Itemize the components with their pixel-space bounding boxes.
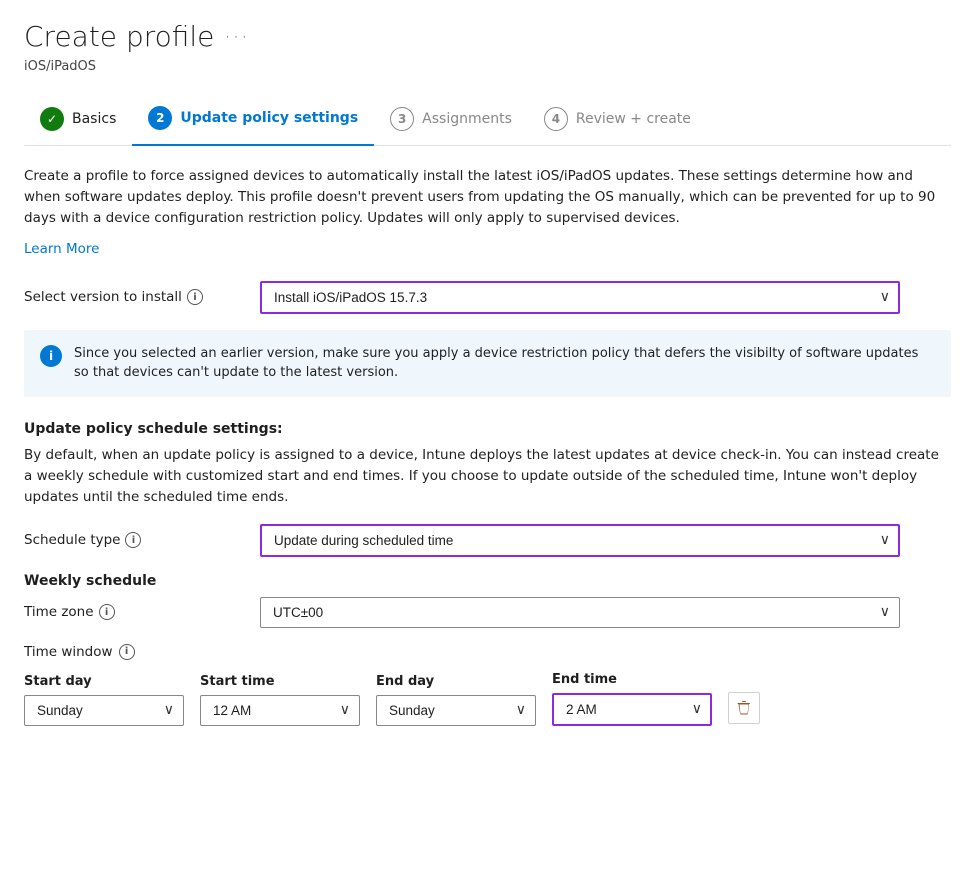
delete-icon bbox=[736, 700, 752, 716]
version-label: Select version to install i bbox=[24, 289, 244, 305]
schedule-type-select[interactable]: Update during scheduled time Update at n… bbox=[260, 524, 900, 557]
step-review-create[interactable]: 4 Review + create bbox=[528, 95, 707, 145]
step-assignments-circle: 3 bbox=[390, 107, 414, 131]
step-update-policy[interactable]: 2 Update policy settings bbox=[132, 94, 374, 146]
start-time-header: Start time bbox=[200, 674, 360, 689]
step-update-policy-circle: 2 bbox=[148, 106, 172, 130]
page-title: Create profile ··· bbox=[24, 20, 249, 53]
end-day-col: End day SundayMondayTuesday WednesdayThu… bbox=[376, 674, 536, 726]
weekly-schedule-label: Weekly schedule bbox=[24, 573, 951, 589]
start-time-select-wrapper: 12 AM1 AM2 AM3 AM 4 AM5 AM6 AM7 AM 8 AM9… bbox=[200, 695, 360, 726]
start-day-header: Start day bbox=[24, 674, 184, 689]
schedule-section-desc: By default, when an update policy is ass… bbox=[24, 445, 951, 508]
start-time-select[interactable]: 12 AM1 AM2 AM3 AM 4 AM5 AM6 AM7 AM 8 AM9… bbox=[200, 695, 360, 726]
time-grid: Start day SundayMondayTuesday WednesdayT… bbox=[24, 672, 951, 726]
start-time-col: Start time 12 AM1 AM2 AM3 AM 4 AM5 AM6 A… bbox=[200, 674, 360, 726]
delete-row-button[interactable] bbox=[728, 692, 760, 724]
end-time-select[interactable]: 12 AM1 AM2 AM 3 AM4 AM5 AM 6 AM7 AM8 AM bbox=[552, 693, 712, 726]
step-review-create-circle: 4 bbox=[544, 107, 568, 131]
more-options-icon[interactable]: ··· bbox=[224, 25, 249, 49]
step-assignments-label: Assignments bbox=[422, 111, 512, 127]
step-update-policy-label: Update policy settings bbox=[180, 110, 358, 126]
timezone-label: Time zone i bbox=[24, 604, 244, 620]
timezone-info-icon[interactable]: i bbox=[99, 604, 115, 620]
start-day-select[interactable]: SundayMondayTuesday WednesdayThursdayFri… bbox=[24, 695, 184, 726]
info-banner: i Since you selected an earlier version,… bbox=[24, 330, 951, 397]
step-review-create-label: Review + create bbox=[576, 111, 691, 127]
end-day-select[interactable]: SundayMondayTuesday WednesdayThursdayFri… bbox=[376, 695, 536, 726]
step-assignments[interactable]: 3 Assignments bbox=[374, 95, 528, 145]
version-info-icon[interactable]: i bbox=[187, 289, 203, 305]
timezone-select-wrapper: UTC±00 UTC-05:00 Eastern UTC-08:00 Pacif… bbox=[260, 597, 900, 628]
wizard-steps: ✓ Basics 2 Update policy settings 3 Assi… bbox=[24, 94, 951, 146]
schedule-section-title: Update policy schedule settings: bbox=[24, 421, 951, 437]
step-basics-circle: ✓ bbox=[40, 107, 64, 131]
version-select-wrapper: Install iOS/iPadOS 15.7.3 Install iOS/iP… bbox=[260, 281, 900, 314]
schedule-type-info-icon[interactable]: i bbox=[125, 532, 141, 548]
start-day-select-wrapper: SundayMondayTuesday WednesdayThursdayFri… bbox=[24, 695, 184, 726]
end-time-col: End time 12 AM1 AM2 AM 3 AM4 AM5 AM 6 AM… bbox=[552, 672, 712, 726]
page-subtitle: iOS/iPadOS bbox=[24, 59, 951, 74]
description-text: Create a profile to force assigned devic… bbox=[24, 166, 951, 229]
schedule-type-field: Schedule type i Update during scheduled … bbox=[24, 524, 951, 557]
step-basics[interactable]: ✓ Basics bbox=[24, 95, 132, 145]
step-basics-label: Basics bbox=[72, 111, 116, 127]
schedule-type-label: Schedule type i bbox=[24, 532, 244, 548]
end-day-header: End day bbox=[376, 674, 536, 689]
timezone-select[interactable]: UTC±00 UTC-05:00 Eastern UTC-08:00 Pacif… bbox=[260, 597, 900, 628]
info-banner-text: Since you selected an earlier version, m… bbox=[74, 344, 935, 383]
end-time-header: End time bbox=[552, 672, 712, 687]
end-day-select-wrapper: SundayMondayTuesday WednesdayThursdayFri… bbox=[376, 695, 536, 726]
start-day-col: Start day SundayMondayTuesday WednesdayT… bbox=[24, 674, 184, 726]
timezone-field: Time zone i UTC±00 UTC-05:00 Eastern UTC… bbox=[24, 597, 951, 628]
version-field: Select version to install i Install iOS/… bbox=[24, 281, 951, 314]
time-window-info-icon[interactable]: i bbox=[119, 644, 135, 660]
end-time-select-wrapper: 12 AM1 AM2 AM 3 AM4 AM5 AM 6 AM7 AM8 AM … bbox=[552, 693, 712, 726]
info-banner-icon: i bbox=[40, 345, 62, 367]
time-window-section: Time window i Start day SundayMondayTues… bbox=[24, 644, 951, 726]
version-select[interactable]: Install iOS/iPadOS 15.7.3 Install iOS/iP… bbox=[260, 281, 900, 314]
learn-more-link[interactable]: Learn More bbox=[24, 241, 100, 257]
schedule-type-select-wrapper: Update during scheduled time Update at n… bbox=[260, 524, 900, 557]
time-window-label: Time window i bbox=[24, 644, 951, 660]
